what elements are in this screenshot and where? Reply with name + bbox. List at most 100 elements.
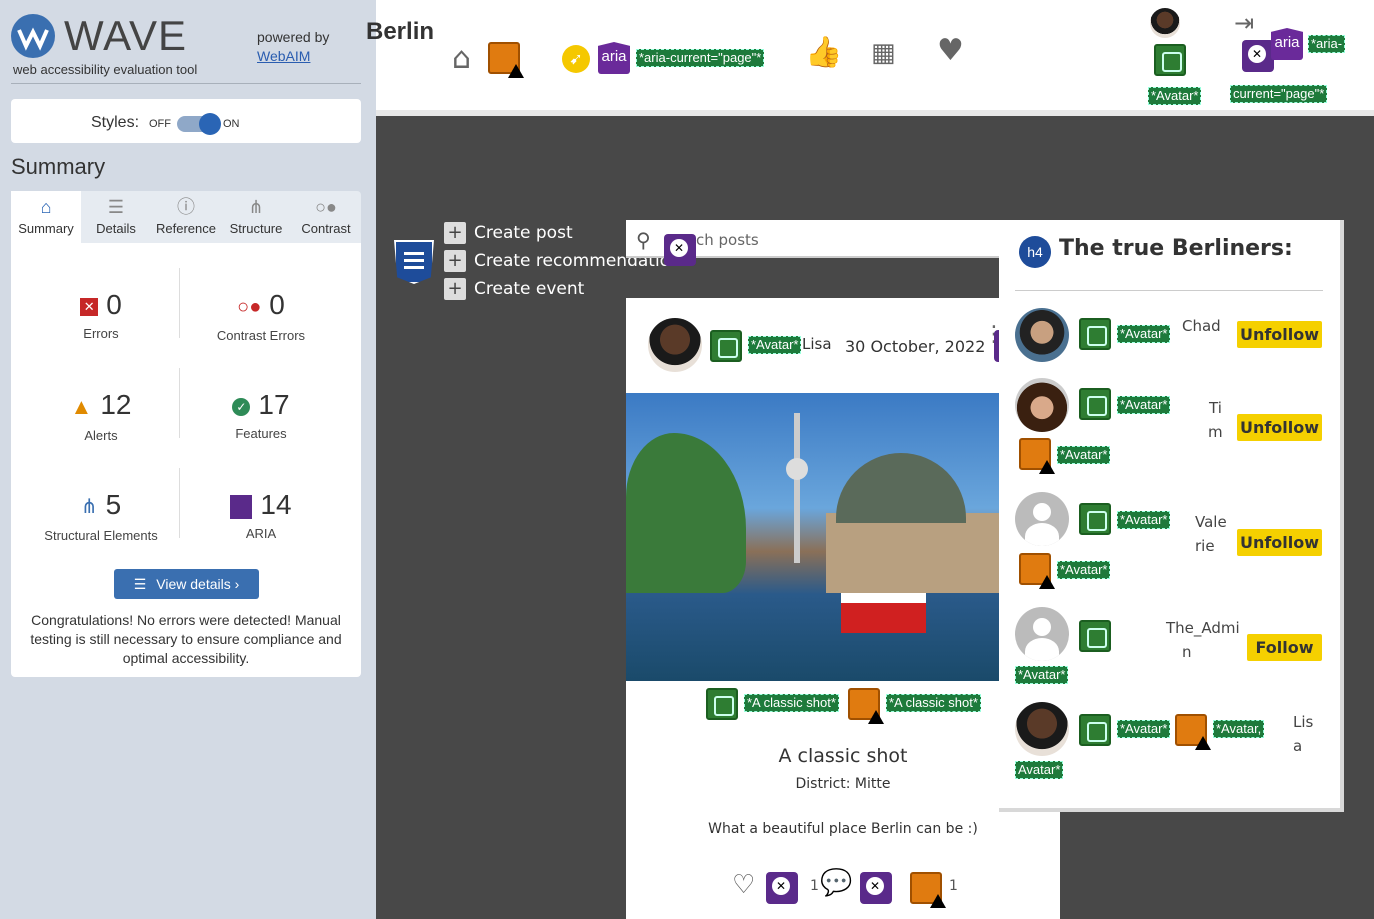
errors-count: 0 [106, 289, 122, 320]
tab-details[interactable]: ☰ Details [81, 191, 151, 243]
aria-text: aria [1274, 34, 1300, 51]
plus-icon: + [444, 222, 466, 244]
search-input[interactable]: ch posts [696, 231, 759, 249]
image-alt-tag: *A classic shot* [744, 694, 839, 712]
aria-count: 14 [260, 489, 292, 520]
divider [179, 368, 180, 438]
home-icon[interactable]: ⌂ [452, 44, 471, 74]
profile-avatar[interactable] [1150, 8, 1180, 38]
author-name[interactable]: Lisa [802, 335, 832, 353]
alerts-stat[interactable]: ▲ 12 Alerts [21, 388, 181, 443]
user-name[interactable]: Chad [1182, 314, 1221, 338]
powered-by: powered by [257, 29, 330, 45]
feature-icon: ✓ [232, 397, 251, 416]
structural-count: 5 [105, 489, 122, 520]
aria-stat[interactable]: 14 ARIA [181, 488, 341, 541]
styles-toggle-box: Styles: OFF ON [11, 99, 361, 143]
post-image [626, 393, 999, 681]
compass-icon[interactable]: ➹ [562, 45, 590, 73]
tab-reference[interactable]: ⓘ Reference [151, 191, 221, 243]
user-name-a[interactable]: Vale [1195, 510, 1227, 534]
avatar-tag: *Avatar* [1117, 511, 1171, 529]
logout-icon[interactable]: ⇥ [1234, 8, 1254, 38]
webaim-link[interactable]: WebAIM [257, 48, 310, 64]
follow-button[interactable]: Follow [1247, 634, 1322, 661]
aria-hidden-icon [860, 872, 892, 904]
styles-toggle[interactable] [177, 113, 221, 135]
tab-summary[interactable]: ⌂ Summary [11, 191, 81, 243]
view-details-button[interactable]: ☰ View details › [114, 569, 259, 599]
redundant-alt-icon [1175, 714, 1211, 750]
wave-logo-icon [11, 14, 55, 58]
info-icon: ⓘ [177, 197, 195, 217]
menu-label: Create event [474, 279, 585, 299]
user-avatar[interactable] [1015, 492, 1069, 546]
divider [179, 268, 180, 338]
tab-structure[interactable]: ⋔ Structure [221, 191, 291, 243]
aria-hidden-icon [766, 872, 798, 904]
brand-title[interactable]: Berlin [366, 18, 434, 46]
aria-icon: aria [598, 42, 630, 74]
alerts-label: Alerts [84, 427, 118, 443]
sidebar-title: The true Berliners: [1059, 236, 1293, 261]
alt-text-icon [706, 688, 738, 720]
user-avatar[interactable] [1015, 607, 1069, 661]
list-icon: ☰ [133, 576, 147, 592]
hierarchy-icon: ⋔ [248, 197, 264, 217]
avatar-tag: *Avatar* [1015, 666, 1069, 684]
summary-heading: Summary [11, 154, 106, 179]
user-avatar[interactable] [1015, 378, 1069, 432]
post-card: *Avatar* Lisa 30 October, 2022 ⋮ *A clas… [626, 298, 1060, 919]
contrast-errors-count: 0 [269, 289, 285, 320]
user-name-b[interactable]: a [1293, 734, 1302, 758]
toggle-knob [199, 113, 221, 135]
author-avatar[interactable] [648, 318, 702, 372]
features-count: 17 [258, 389, 290, 420]
structural-stat[interactable]: ⋔ 5 Structural Elements [21, 488, 181, 543]
avatar-tag: *Avatar* [1117, 720, 1171, 738]
errors-stat[interactable]: ✕ 0 Errors [21, 288, 181, 341]
user-avatar[interactable] [1015, 702, 1069, 756]
heart-icon[interactable]: ♥ [937, 36, 964, 66]
unfollow-button[interactable]: Unfollow [1237, 414, 1322, 441]
contrast-errors-stat[interactable]: ○● 0 Contrast Errors [181, 288, 341, 343]
alt-text-icon [710, 330, 742, 362]
wave-tabs: ⌂ Summary ☰ Details ⓘ Reference ⋔ Struct… [11, 191, 361, 243]
website: Berlin ⌂ ➹ aria *aria-current="page"* 👍 … [366, 0, 1374, 919]
like-count: 1 [810, 878, 819, 894]
avatar-tag: *Avatar* [1057, 561, 1111, 579]
avatar-tag: *Avatar* [1117, 325, 1171, 343]
thumbs-up-icon[interactable]: 👍 [805, 38, 842, 68]
user-name-b[interactable]: n [1182, 640, 1192, 664]
alert-link-icon [910, 872, 946, 908]
user-name-a[interactable]: Lis [1293, 710, 1313, 734]
like-icon[interactable]: ♡ [732, 870, 755, 900]
search-bar[interactable]: ⚲ ch posts [626, 220, 1006, 266]
error-icon: ✕ [80, 297, 99, 316]
unfollow-button[interactable]: Unfollow [1237, 529, 1322, 556]
css-icon [394, 240, 434, 284]
congrats-message: Congratulations! No errors were detected… [30, 612, 342, 666]
user-name-a[interactable]: The_Admi [1166, 616, 1240, 640]
aria-text: aria [601, 48, 627, 65]
alt-text-icon [1079, 318, 1111, 350]
features-stat[interactable]: ✓ 17 Features [181, 388, 341, 441]
aria-current-tag-a: *aria- [1308, 35, 1346, 53]
image-alt-tag: *A classic shot* [886, 694, 981, 712]
post-description: What a beautiful place Berlin can be :) [708, 821, 978, 837]
unfollow-button[interactable]: Unfollow [1237, 321, 1322, 348]
user-name-b[interactable]: m [1208, 420, 1223, 444]
user-name-a[interactable]: Ti [1209, 396, 1222, 420]
alt-text-icon [1079, 620, 1111, 652]
calendar-icon[interactable]: ▦ [871, 38, 896, 68]
user-avatar[interactable] [1015, 308, 1069, 362]
user-name-b[interactable]: rie [1195, 534, 1215, 558]
wave-logo-text: WAVE [64, 12, 188, 59]
tab-contrast[interactable]: ○● Contrast [291, 191, 361, 243]
berliners-sidebar: h4 The true Berliners: *Avatar* Chad Unf… [999, 220, 1344, 812]
aria-hidden-icon [664, 234, 696, 266]
heading-badge: h4 [1019, 236, 1051, 268]
comment-icon[interactable]: 💬 [820, 868, 852, 898]
alt-text-icon [1154, 44, 1186, 76]
contrast-icon: ○● [315, 197, 337, 217]
